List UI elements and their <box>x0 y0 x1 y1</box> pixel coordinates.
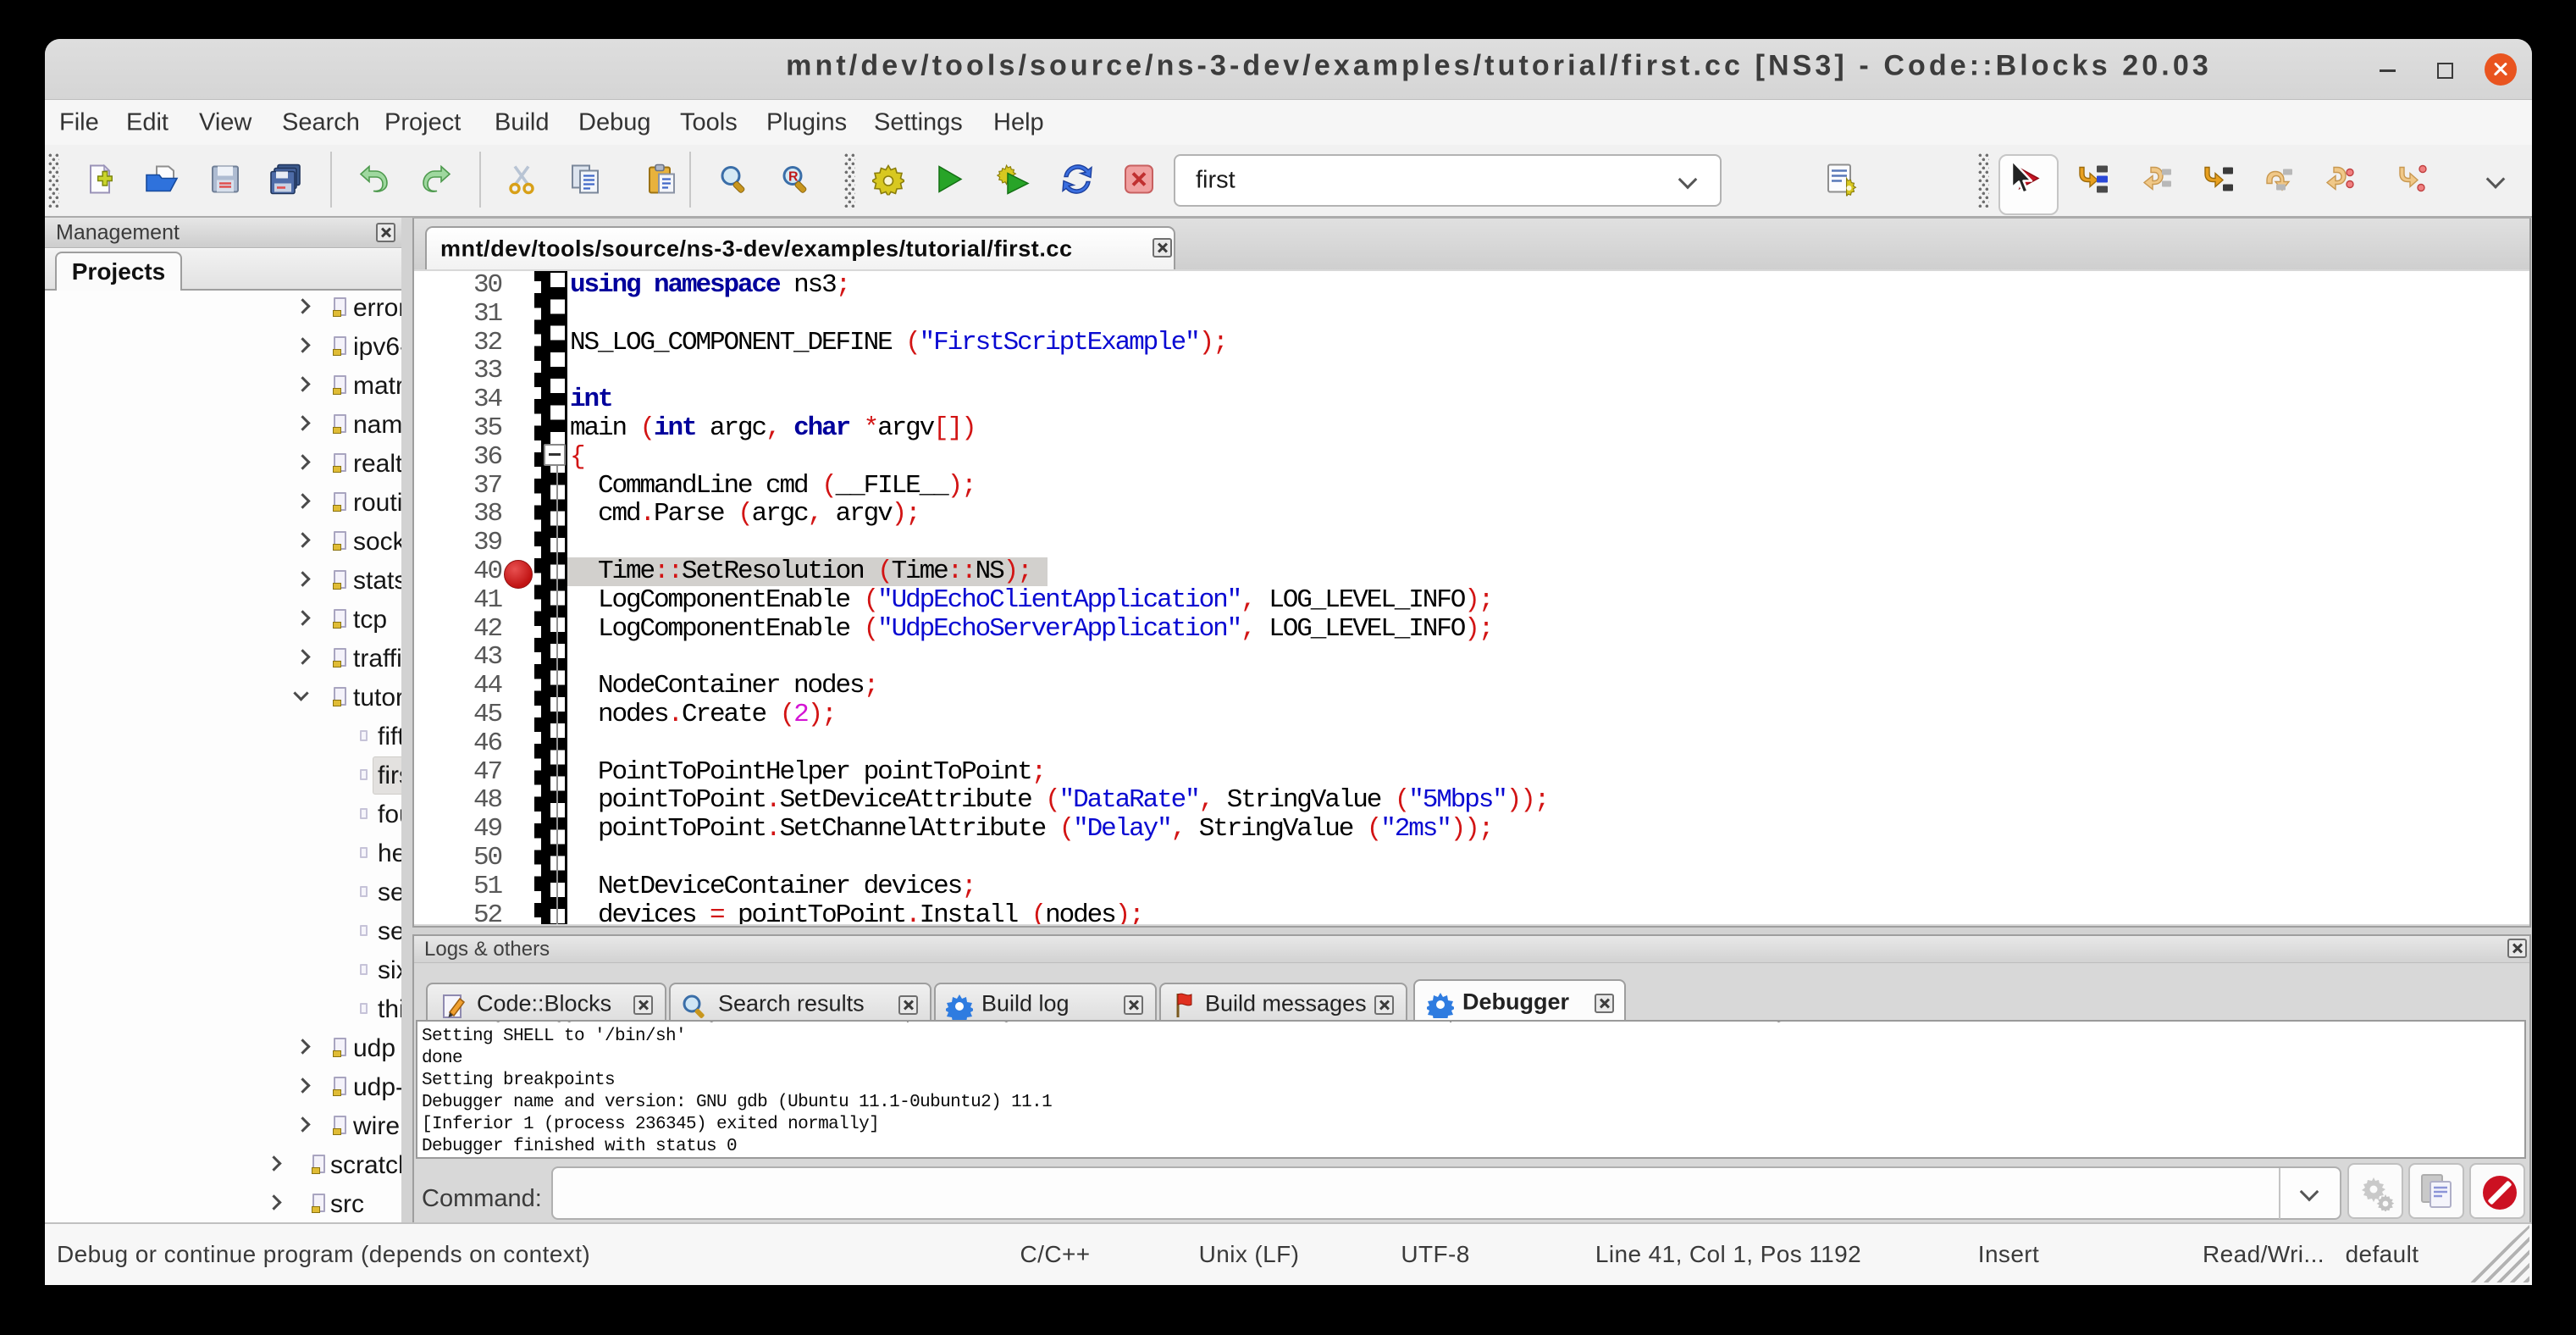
svg-text:R: R <box>788 170 799 185</box>
